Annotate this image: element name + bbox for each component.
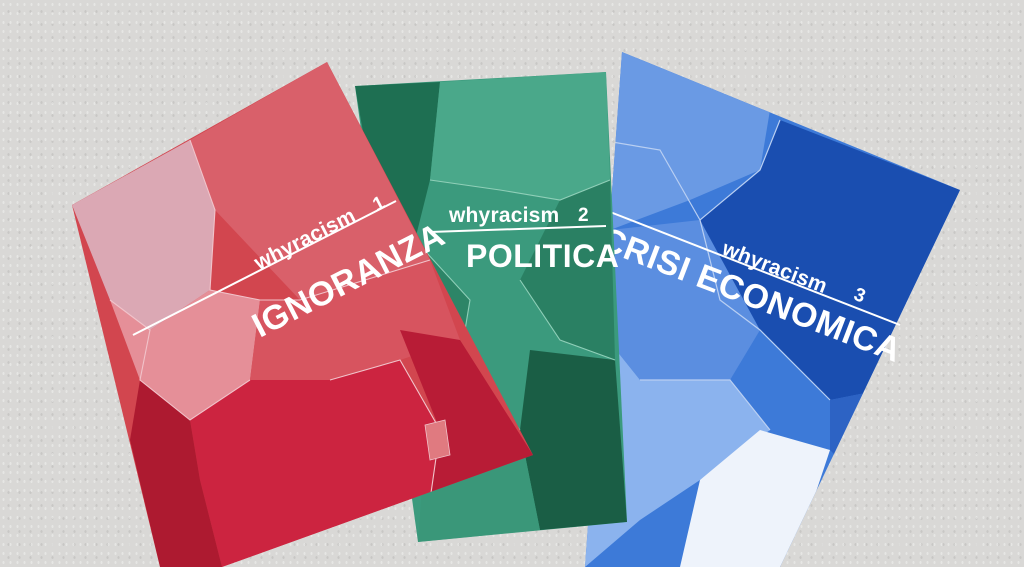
booklet-1-cover <box>72 62 533 567</box>
photo-scene: whyracism 3 CRISI ECONOMICA whyracism 2 … <box>0 0 1024 567</box>
booklet-ignoranza: whyracism 1 IGNORANZA <box>0 0 1024 567</box>
